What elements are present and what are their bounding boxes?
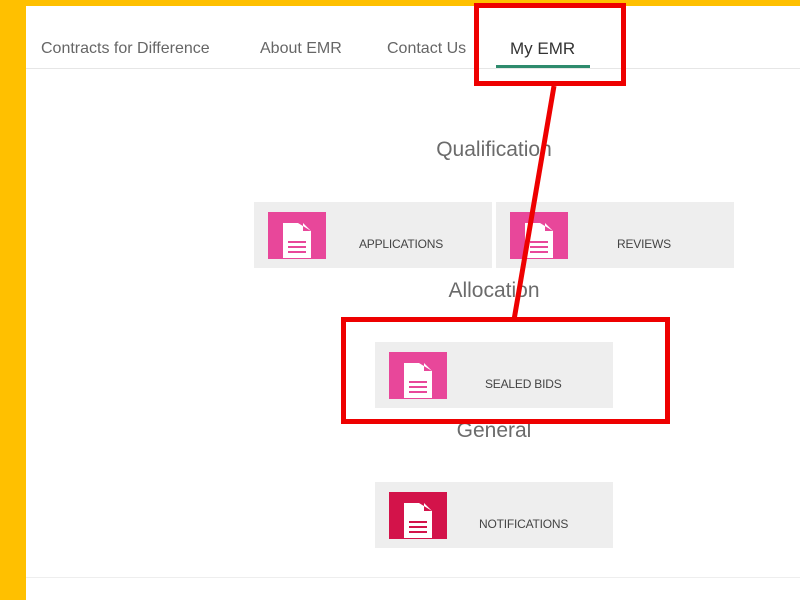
tile-reviews[interactable]: REVIEWS [496,202,734,268]
tile-sealed-bids[interactable]: SEALED BIDS [375,342,613,408]
tile-applications[interactable]: APPLICATIONS [254,202,492,268]
top-nav: Contracts for Difference About EMR Conta… [26,6,800,69]
nav-contact-us[interactable]: Contact Us [387,40,466,58]
heading-allocation: Allocation [448,279,540,302]
nav-contracts-for-difference[interactable]: Contracts for Difference [41,40,210,58]
document-icon [510,212,568,259]
tile-notifications[interactable]: NOTIFICATIONS [375,482,613,548]
tile-label: NOTIFICATIONS [479,517,569,531]
footer-divider [26,577,800,578]
tile-label: APPLICATIONS [359,237,444,251]
active-tab-underline [496,65,590,68]
document-icon [389,492,447,539]
nav-my-emr[interactable]: My EMR [510,39,575,59]
heading-general: General [456,419,532,442]
heading-qualification: Qualification [436,138,552,161]
nav-about-emr[interactable]: About EMR [260,40,342,58]
tile-label: SEALED BIDS [485,377,562,391]
document-icon [389,352,447,399]
page: Contracts for Difference About EMR Conta… [26,6,800,600]
tile-label: REVIEWS [617,237,671,251]
document-icon [268,212,326,259]
